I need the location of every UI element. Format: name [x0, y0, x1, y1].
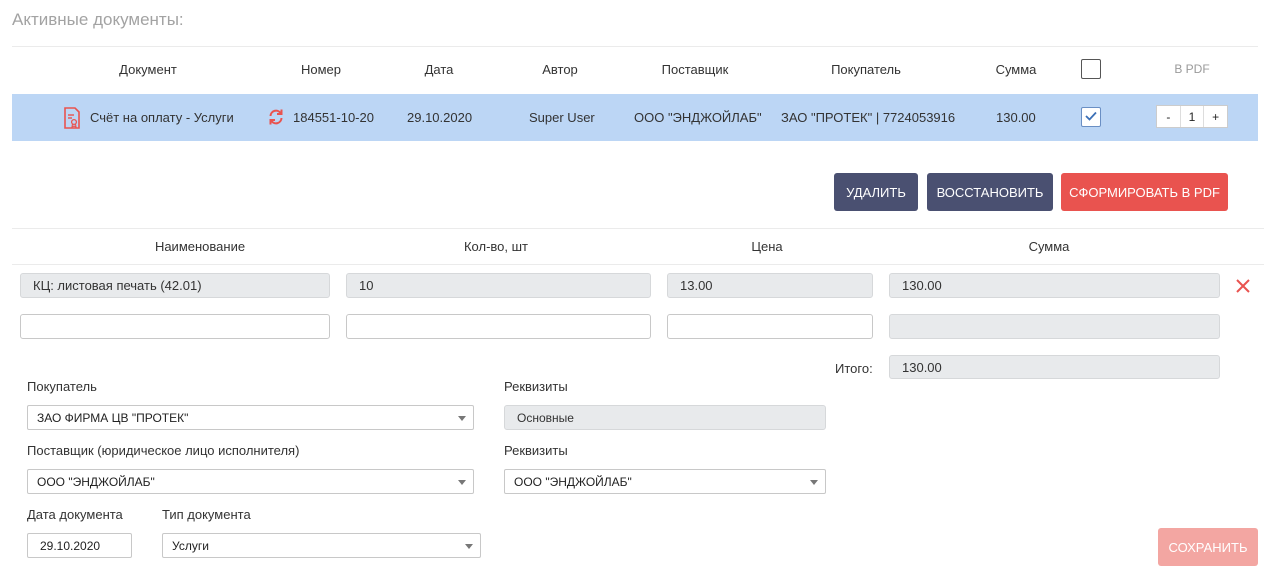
buyer-select-value: ЗАО ФИРМА ЦВ "ПРОТЕК": [37, 410, 189, 425]
doc-type-label: Тип документа: [162, 507, 251, 522]
col-header-pdf: В PDF: [1174, 62, 1210, 76]
pdf-count-stepper[interactable]: - 1 +: [1156, 105, 1228, 128]
save-button[interactable]: СОХРАНИТЬ: [1158, 528, 1258, 566]
chevron-down-icon: [458, 480, 466, 485]
items-header-qty: Кол-во, шт: [463, 239, 529, 254]
row-supplier: ООО "ЭНДЖОЙЛАБ": [634, 110, 762, 125]
supplier-requisites-value: ООО "ЭНДЖОЙЛАБ": [514, 474, 632, 489]
col-header-document: Документ: [119, 62, 177, 77]
total-label: Итого:: [835, 361, 873, 376]
pdf-plus-button[interactable]: +: [1204, 106, 1227, 127]
col-header-date: Дата: [424, 62, 454, 77]
item-qty-field[interactable]: 10: [346, 273, 651, 298]
buyer-select[interactable]: ЗАО ФИРМА ЦВ "ПРОТЕК": [27, 405, 474, 430]
select-all-checkbox[interactable]: [1081, 59, 1101, 79]
supplier-requisites-select[interactable]: ООО "ЭНДЖОЙЛАБ": [504, 469, 826, 494]
row-sum: 130.00: [996, 110, 1036, 125]
col-header-author: Автор: [542, 62, 578, 77]
row-document[interactable]: Счёт на оплату - Услуги: [90, 110, 234, 125]
item-sum-field: 130.00: [889, 273, 1220, 298]
chevron-down-icon: [810, 480, 818, 485]
items-divider: [12, 264, 1264, 265]
section-title: Активные документы:: [12, 10, 184, 29]
supplier-select[interactable]: ООО "ЭНДЖОЙЛАБ": [27, 469, 474, 494]
buyer-requisites-label: Реквизиты: [504, 379, 568, 394]
items-header-price: Цена: [751, 239, 783, 254]
pdf-count-value[interactable]: 1: [1179, 106, 1205, 127]
make-pdf-button[interactable]: СФОРМИРОВАТЬ В PDF: [1061, 173, 1228, 211]
doc-date-input[interactable]: 29.10.2020: [27, 533, 132, 558]
row-checkbox[interactable]: [1081, 107, 1101, 127]
supplier-select-value: ООО "ЭНДЖОЙЛАБ": [37, 474, 155, 489]
new-item-name-input[interactable]: [20, 314, 330, 339]
doc-type-value: Услуги: [172, 538, 209, 553]
items-header-sum: Сумма: [1028, 239, 1070, 254]
item-price-field[interactable]: 13.00: [667, 273, 873, 298]
restore-button[interactable]: ВОССТАНОВИТЬ: [927, 173, 1053, 211]
row-buyer: ЗАО "ПРОТЕК" | 7724053916: [781, 110, 956, 125]
col-header-number: Номер: [300, 62, 341, 77]
col-header-supplier: Поставщик: [661, 62, 729, 77]
check-icon: [1085, 111, 1097, 121]
pdf-minus-button[interactable]: -: [1157, 106, 1180, 127]
buyer-requisites-field: Основные: [504, 405, 826, 430]
new-item-price-input[interactable]: [667, 314, 873, 339]
items-header-name: Наименование: [154, 239, 246, 254]
col-header-sum: Сумма: [995, 62, 1037, 77]
col-header-buyer: Покупатель: [831, 62, 901, 77]
delete-button[interactable]: УДАЛИТЬ: [834, 173, 918, 211]
total-value: 130.00: [889, 355, 1220, 379]
row-date: 29.10.2020: [407, 110, 473, 125]
items-divider-top: [12, 228, 1264, 229]
document-icon: [62, 107, 82, 132]
header-divider: [12, 46, 1258, 47]
supplier-label: Поставщик (юридическое лицо исполнителя): [27, 443, 300, 458]
new-item-sum-field: [889, 314, 1220, 339]
close-icon[interactable]: [1236, 279, 1250, 296]
chevron-down-icon: [458, 416, 466, 421]
new-item-qty-input[interactable]: [346, 314, 651, 339]
chevron-down-icon: [465, 544, 473, 549]
item-name-field[interactable]: КЦ: листовая печать (42.01): [20, 273, 330, 298]
doc-date-label: Дата документа: [27, 507, 123, 522]
supplier-requisites-label: Реквизиты: [504, 443, 568, 458]
row-number: 184551-10-20: [293, 110, 374, 125]
row-author: Super User: [529, 110, 595, 125]
buyer-label: Покупатель: [27, 379, 97, 394]
doc-type-select[interactable]: Услуги: [162, 533, 481, 558]
refresh-icon[interactable]: [267, 108, 285, 129]
